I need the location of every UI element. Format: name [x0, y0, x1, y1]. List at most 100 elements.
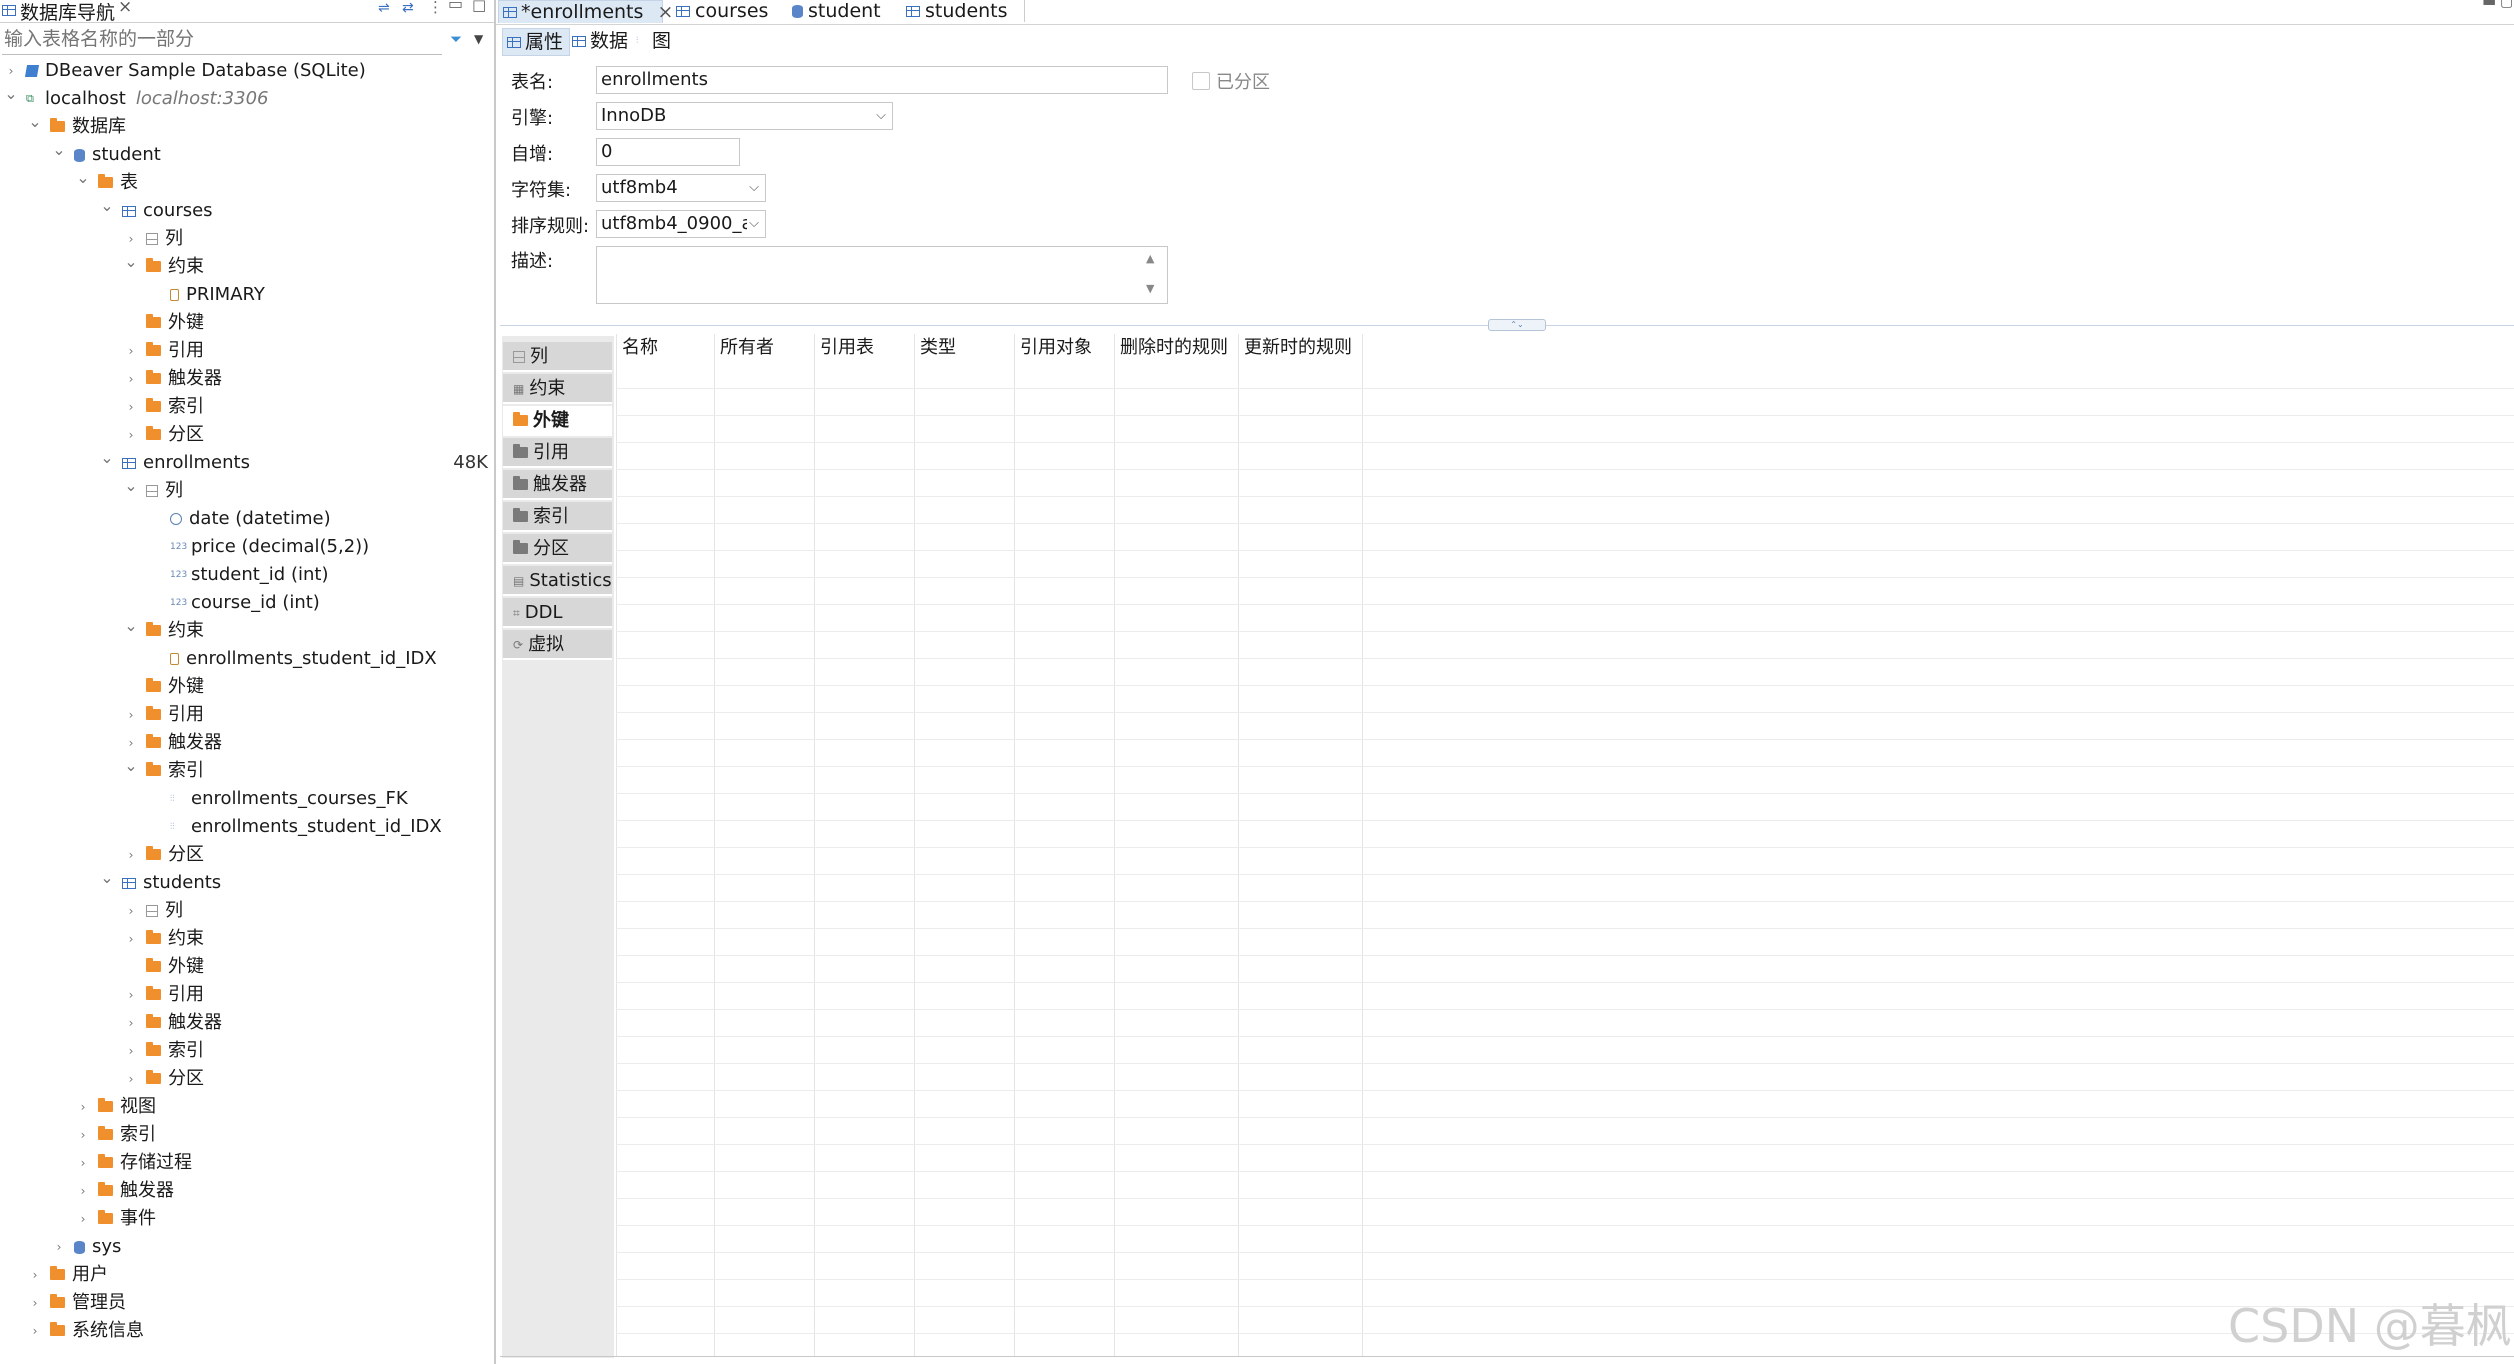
tree-item[interactable]: 外键: [0, 673, 494, 701]
close-icon[interactable]: ×: [657, 1, 673, 23]
tree-item[interactable]: › 索引: [0, 393, 494, 421]
tab-courses[interactable]: courses: [674, 0, 774, 22]
tree-item[interactable]: › 触发器: [0, 1009, 494, 1037]
tree-item[interactable]: › 索引: [0, 1121, 494, 1149]
chevron-right-icon[interactable]: ›: [124, 365, 138, 393]
tree-item[interactable]: › 分区: [0, 841, 494, 869]
chevron-right-icon[interactable]: ›: [124, 1037, 138, 1065]
chevron-down-icon[interactable]: ⌄: [124, 248, 138, 276]
scroll-down-icon[interactable]: ▼: [1146, 282, 1154, 295]
tree-item[interactable]: › 索引: [0, 1037, 494, 1065]
tree-item[interactable]: › 分区: [0, 1065, 494, 1093]
tree-item[interactable]: 123 price (decimal(5,2)): [0, 533, 494, 561]
side-tab[interactable]: ⟳ 虚拟: [503, 630, 612, 660]
tree-item[interactable]: › 用户: [0, 1261, 494, 1289]
chevron-right-icon[interactable]: ›: [124, 981, 138, 1009]
chevron-down-icon[interactable]: ⌄: [52, 136, 66, 164]
chevron-right-icon[interactable]: ›: [28, 1261, 42, 1289]
charset-select[interactable]: utf8mb4 ⌵: [596, 174, 766, 202]
minimize-icon[interactable]: ▭: [448, 0, 463, 13]
minimize-editor-icon[interactable]: ▬: [2482, 0, 2496, 10]
tree-item[interactable]: enrollments_student_id_IDX: [0, 645, 494, 673]
tab-students[interactable]: students: [904, 0, 1014, 22]
table-filter-input[interactable]: [2, 26, 442, 52]
subtab-diagram[interactable]: ⫶ 图: [636, 28, 684, 54]
side-tab[interactable]: 外键: [503, 406, 612, 436]
tree-item[interactable]: › sys: [0, 1233, 494, 1261]
chevron-right-icon[interactable]: ›: [76, 1093, 90, 1121]
tree-item[interactable]: › 引用: [0, 337, 494, 365]
chevron-down-icon[interactable]: ⌄: [100, 192, 114, 220]
side-tab[interactable]: 引用: [503, 438, 612, 468]
tree-item[interactable]: › 列: [0, 225, 494, 253]
tree-item[interactable]: ⌄ 列: [0, 476, 494, 505]
side-tab[interactable]: 列: [503, 342, 612, 372]
chevron-down-icon[interactable]: ⌄: [124, 752, 138, 780]
tree-item[interactable]: 123 course_id (int): [0, 589, 494, 617]
chevron-right-icon[interactable]: ›: [124, 1009, 138, 1037]
collation-select[interactable]: utf8mb4_0900_a ⌵: [596, 210, 766, 238]
chevron-right-icon[interactable]: ›: [124, 421, 138, 449]
chevron-right-icon[interactable]: ›: [124, 337, 138, 365]
tree-item[interactable]: › 触发器: [0, 365, 494, 393]
maximize-icon[interactable]: □: [472, 0, 486, 14]
chevron-down-icon[interactable]: ⌄: [100, 864, 114, 892]
chevron-down-icon[interactable]: ⌄: [124, 612, 138, 640]
column-header[interactable]: 引用表: [814, 334, 914, 362]
tree-item[interactable]: › 管理员: [0, 1289, 494, 1317]
tree-item[interactable]: ⌄ 表: [0, 168, 494, 197]
column-header[interactable]: 引用对象: [1014, 334, 1114, 362]
column-header[interactable]: 名称: [616, 334, 714, 362]
chevron-right-icon[interactable]: ›: [124, 393, 138, 421]
tab-student[interactable]: student: [790, 0, 890, 22]
column-header[interactable]: 更新时的规则: [1238, 334, 1362, 362]
side-tab[interactable]: ⌗ DDL: [503, 598, 612, 628]
tree-item[interactable]: › 视图: [0, 1093, 494, 1121]
subtab-properties[interactable]: 属性: [502, 28, 570, 56]
tree-item[interactable]: ⫶⫶ enrollments_courses_FK: [0, 785, 494, 813]
table-name-input[interactable]: enrollments: [596, 66, 1168, 94]
tree-item[interactable]: PRIMARY: [0, 281, 494, 309]
tree-item[interactable]: › 触发器: [0, 729, 494, 757]
chevron-right-icon[interactable]: ›: [124, 925, 138, 953]
side-tab[interactable]: ▦ 约束: [503, 374, 612, 404]
tree-item[interactable]: 外键: [0, 309, 494, 337]
chevron-right-icon[interactable]: ›: [76, 1121, 90, 1149]
collapse-all-icon[interactable]: ⇌: [378, 0, 390, 16]
tree-item[interactable]: › 分区: [0, 421, 494, 449]
tree-item[interactable]: › DBeaver Sample Database (SQLite): [0, 57, 494, 85]
tree-item[interactable]: ⌄ enrollments 48K: [0, 448, 494, 477]
chevron-right-icon[interactable]: ›: [124, 1065, 138, 1093]
chevron-right-icon[interactable]: ›: [76, 1177, 90, 1205]
table-filter-field[interactable]: [2, 26, 442, 55]
tree-item[interactable]: ⫶⫶ enrollments_student_id_IDX: [0, 813, 494, 841]
chevron-down-icon[interactable]: ⌄: [4, 80, 18, 108]
tree-item[interactable]: › 系统信息: [0, 1317, 494, 1345]
close-icon[interactable]: ×: [118, 0, 132, 17]
chevron-down-icon[interactable]: ⌄: [76, 164, 90, 192]
tree-item[interactable]: ⌄ students: [0, 868, 494, 897]
filter-dropdown-icon[interactable]: ▼: [474, 32, 483, 46]
tree-item[interactable]: ⌄ student: [0, 140, 494, 169]
chevron-right-icon[interactable]: ›: [124, 841, 138, 869]
filter-icon[interactable]: ⏷: [450, 30, 462, 48]
column-header[interactable]: 删除时的规则: [1114, 334, 1238, 362]
tree-item[interactable]: › 引用: [0, 981, 494, 1009]
tree-item[interactable]: ⌄ 索引: [0, 756, 494, 785]
link-editor-icon[interactable]: ⇄: [402, 0, 414, 16]
engine-select[interactable]: InnoDB ⌵: [596, 102, 893, 130]
tree-item[interactable]: ⌄ 约束: [0, 616, 494, 645]
splitter-handle-icon[interactable]: ⌃⌄: [1488, 319, 1546, 331]
tree-item[interactable]: ⌄ courses: [0, 196, 494, 225]
tree-item[interactable]: › 事件: [0, 1205, 494, 1233]
chevron-right-icon[interactable]: ›: [28, 1317, 42, 1345]
side-tab[interactable]: ▤ Statistics: [503, 566, 612, 596]
description-textarea[interactable]: [596, 246, 1168, 304]
tree-item[interactable]: › 引用: [0, 701, 494, 729]
tree-item[interactable]: › 约束: [0, 925, 494, 953]
tree-item[interactable]: ⌄ 数据库: [0, 112, 494, 141]
tree-item[interactable]: ⌄ ⧉ localhost localhost:3306: [0, 84, 494, 113]
tree-item[interactable]: date (datetime): [0, 505, 494, 533]
side-tab[interactable]: 分区: [503, 534, 612, 564]
maximize-editor-icon[interactable]: ▢: [2500, 0, 2513, 10]
